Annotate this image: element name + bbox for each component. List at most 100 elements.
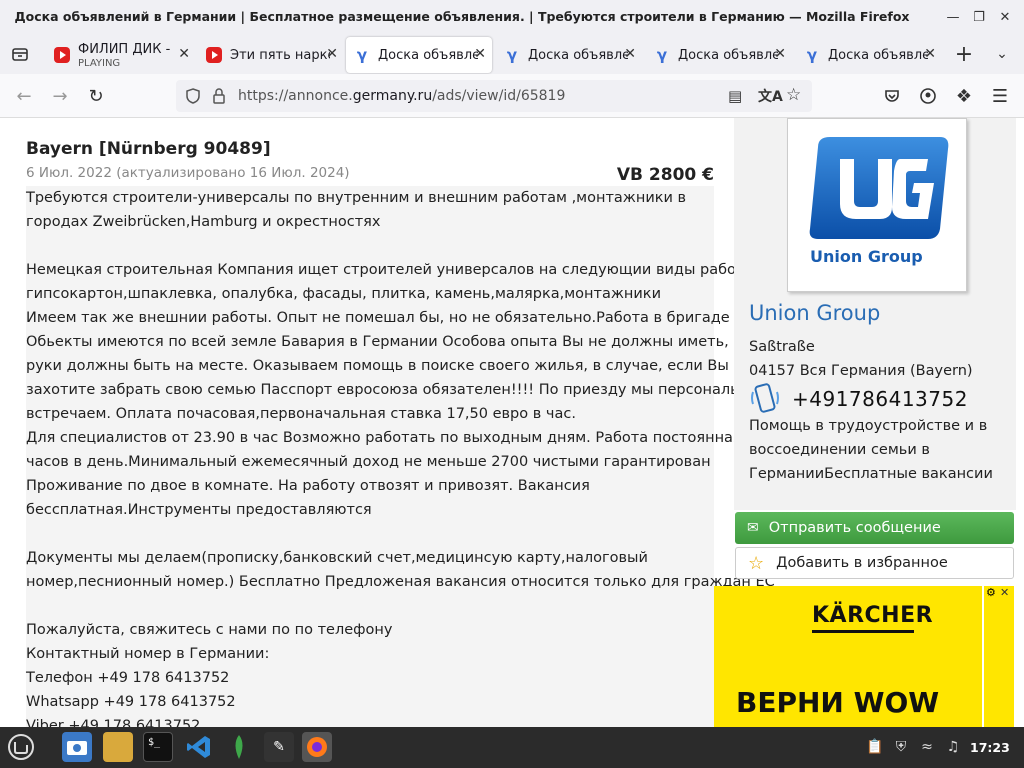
tab-label: Доска объявле: [528, 47, 628, 63]
minimize-icon[interactable]: —: [942, 6, 964, 28]
tab-label: Доска объявле: [828, 47, 928, 63]
ad-body-line: [26, 234, 714, 258]
tab-youtube-1[interactable]: ФИЛИП ДИК - PLAYING ✕: [46, 37, 196, 73]
pocket-icon[interactable]: [878, 82, 906, 110]
site-icon: γ: [806, 46, 818, 64]
close-tab-icon[interactable]: ✕: [326, 46, 338, 62]
tab-board-2[interactable]: γ Доска объявле ✕: [496, 37, 642, 73]
ad-body-line: [26, 522, 714, 546]
vscode-app-icon[interactable]: [184, 732, 214, 762]
envelope-icon: ✉: [747, 520, 759, 536]
close-tab-icon[interactable]: ✕: [624, 46, 636, 62]
address-street: Saßtraße: [749, 339, 815, 355]
ad-body-line: гипсокартон,шпаклевка, опалубка, фасады,…: [26, 286, 661, 302]
company-logo[interactable]: Union Group: [787, 118, 967, 292]
back-icon[interactable]: ←: [10, 82, 38, 110]
clipboard-tray-icon[interactable]: 📋: [866, 738, 884, 756]
url-domain: germany.ru: [352, 88, 433, 104]
window-title: Доска объявлений в Германии | Бесплатное…: [14, 9, 910, 24]
tab-label: Эти пять нарко: [230, 47, 330, 63]
tab-board-4[interactable]: γ Доска объявле ✕: [796, 37, 942, 73]
address-city: 04157 Вся Германия (Bayern): [749, 363, 973, 379]
forward-icon[interactable]: →: [46, 82, 74, 110]
youtube-icon: [206, 47, 222, 63]
ad-body-line: Телефон +49 178 6413752: [26, 670, 230, 686]
phone-icon: [749, 382, 781, 414]
banner-slogan: ВЕРНИ WOW: [736, 686, 940, 719]
close-tab-icon[interactable]: ✕: [924, 46, 936, 62]
tab-label: ФИЛИП ДИК -: [78, 41, 171, 57]
update-shield-icon[interactable]: ⛨: [892, 738, 910, 756]
account-icon[interactable]: [914, 82, 942, 110]
window-titlebar: Доска объявлений в Германии | Бесплатное…: [0, 0, 1024, 34]
company-name-link[interactable]: Union Group: [749, 301, 880, 325]
add-favorite-label: Добавить в избранное: [776, 555, 948, 571]
reload-icon[interactable]: ↻: [82, 82, 110, 110]
reader-view-icon[interactable]: ▤: [728, 87, 742, 105]
ad-banner[interactable]: KÄRCHER ВЕРНИ WOW: [714, 586, 982, 727]
ad-body-line: городах Zweibrücken,Hamburg и окрестност…: [26, 214, 381, 230]
ad-body-line: [26, 594, 714, 618]
ad-body-line: встречаем. Оплата почасовая,первоначальн…: [26, 406, 576, 422]
ad-body-line: Документы мы делаем(прописку,банковский …: [26, 550, 648, 566]
url-path: /ads/view/id/65819: [432, 88, 566, 104]
page-content: Bayern [Nürnberg 90489] 6 Июл. 2022 (акт…: [0, 118, 1024, 727]
ad-body-line: Пожалуйста, свяжитесь с нами по по телеф…: [26, 622, 393, 638]
editor-app-icon[interactable]: ✎: [264, 732, 294, 762]
tab-overview-icon[interactable]: [6, 40, 34, 68]
extensions-icon[interactable]: ❖: [950, 82, 978, 110]
ad-body-line: Немецкая строительная Компания ищет стро…: [26, 262, 761, 278]
tab-youtube-2[interactable]: Эти пять нарко ✕: [198, 37, 344, 73]
camera-app-icon[interactable]: [62, 732, 92, 762]
ad-body-line: бесcплатная.Инструменты предоставляются: [26, 502, 372, 518]
terminal-app-icon[interactable]: $_: [143, 732, 173, 762]
ad-body-line: Требуются строители-универсалы по внутре…: [26, 190, 687, 206]
close-window-icon[interactable]: ✕: [994, 6, 1016, 28]
tab-board-3[interactable]: γ Доска объявле ✕: [646, 37, 792, 73]
logo-text: Union Group: [810, 247, 923, 266]
ad-body-line: номер,песнионный номер.) Бесплатно Предл…: [26, 574, 775, 590]
new-tab-icon[interactable]: +: [950, 40, 978, 68]
ad-body-line: Whatsapp +49 178 6413752: [26, 694, 236, 710]
tab-board-active[interactable]: γ Доска объявле ✕: [346, 37, 492, 73]
translate-icon[interactable]: 文A: [758, 86, 783, 106]
ad-body-line: часов в день.Минимальный ежемесячный дох…: [26, 454, 711, 470]
banner-brand-underline: [812, 630, 914, 633]
close-tab-icon[interactable]: ✕: [178, 46, 190, 62]
star-icon: ☆: [748, 552, 765, 574]
chevron-down-icon[interactable]: ⌄: [988, 40, 1016, 68]
bookmark-star-icon[interactable]: ☆: [786, 85, 801, 105]
site-icon: γ: [356, 46, 368, 64]
tab-label: Доска объявле: [378, 47, 478, 63]
ad-choices-icon[interactable]: ⚙: [986, 586, 996, 599]
seller-phone[interactable]: +491786413752: [792, 387, 968, 411]
clock[interactable]: 17:23: [970, 740, 1010, 755]
ad-body-line: Имеем так же внешнии работы. Опыт не пом…: [26, 310, 730, 326]
firefox-app-icon[interactable]: [302, 732, 332, 762]
ad-body-line: Обьекты имеются по всей земле Бавария в …: [26, 334, 752, 350]
mint-menu-icon[interactable]: [6, 732, 36, 762]
mongodb-app-icon[interactable]: [224, 732, 254, 762]
lock-icon[interactable]: [210, 87, 228, 105]
ad-banner-side: ⚙ ✕: [982, 586, 1014, 727]
navigation-bar: ← → ↻ https://annonce.germany.ru/ads/vie…: [0, 74, 1024, 118]
menu-icon[interactable]: ☰: [986, 82, 1014, 110]
url-text[interactable]: https://annonce.germany.ru/ads/view/id/6…: [238, 88, 565, 104]
maximize-icon[interactable]: ❐: [968, 6, 990, 28]
add-favorite-button[interactable]: ☆ Добавить в избранное: [735, 547, 1014, 579]
close-tab-icon[interactable]: ✕: [774, 46, 786, 62]
ad-close-icon[interactable]: ✕: [1000, 586, 1009, 599]
sound-icon[interactable]: ♫: [944, 738, 962, 756]
url-prefix: https://annonce.: [238, 88, 353, 104]
banner-brand: KÄRCHER: [812, 603, 934, 628]
close-tab-icon[interactable]: ✕: [474, 46, 486, 62]
seller-description: Помощь в трудоустройстве и в воссоединен…: [749, 418, 993, 482]
url-bar[interactable]: https://annonce.germany.ru/ads/view/id/6…: [176, 80, 812, 112]
shield-icon[interactable]: [184, 87, 202, 105]
ad-date: 6 Июл. 2022 (актуализировано 16 Июл. 202…: [26, 165, 350, 181]
ad-body-line: руки должны быть на месте. Оказываем пом…: [26, 358, 729, 374]
youtube-icon: [54, 47, 70, 63]
send-message-button[interactable]: ✉ Отправить сообщение: [735, 512, 1014, 544]
wifi-icon[interactable]: ≈: [918, 738, 936, 756]
files-app-icon[interactable]: [103, 732, 133, 762]
